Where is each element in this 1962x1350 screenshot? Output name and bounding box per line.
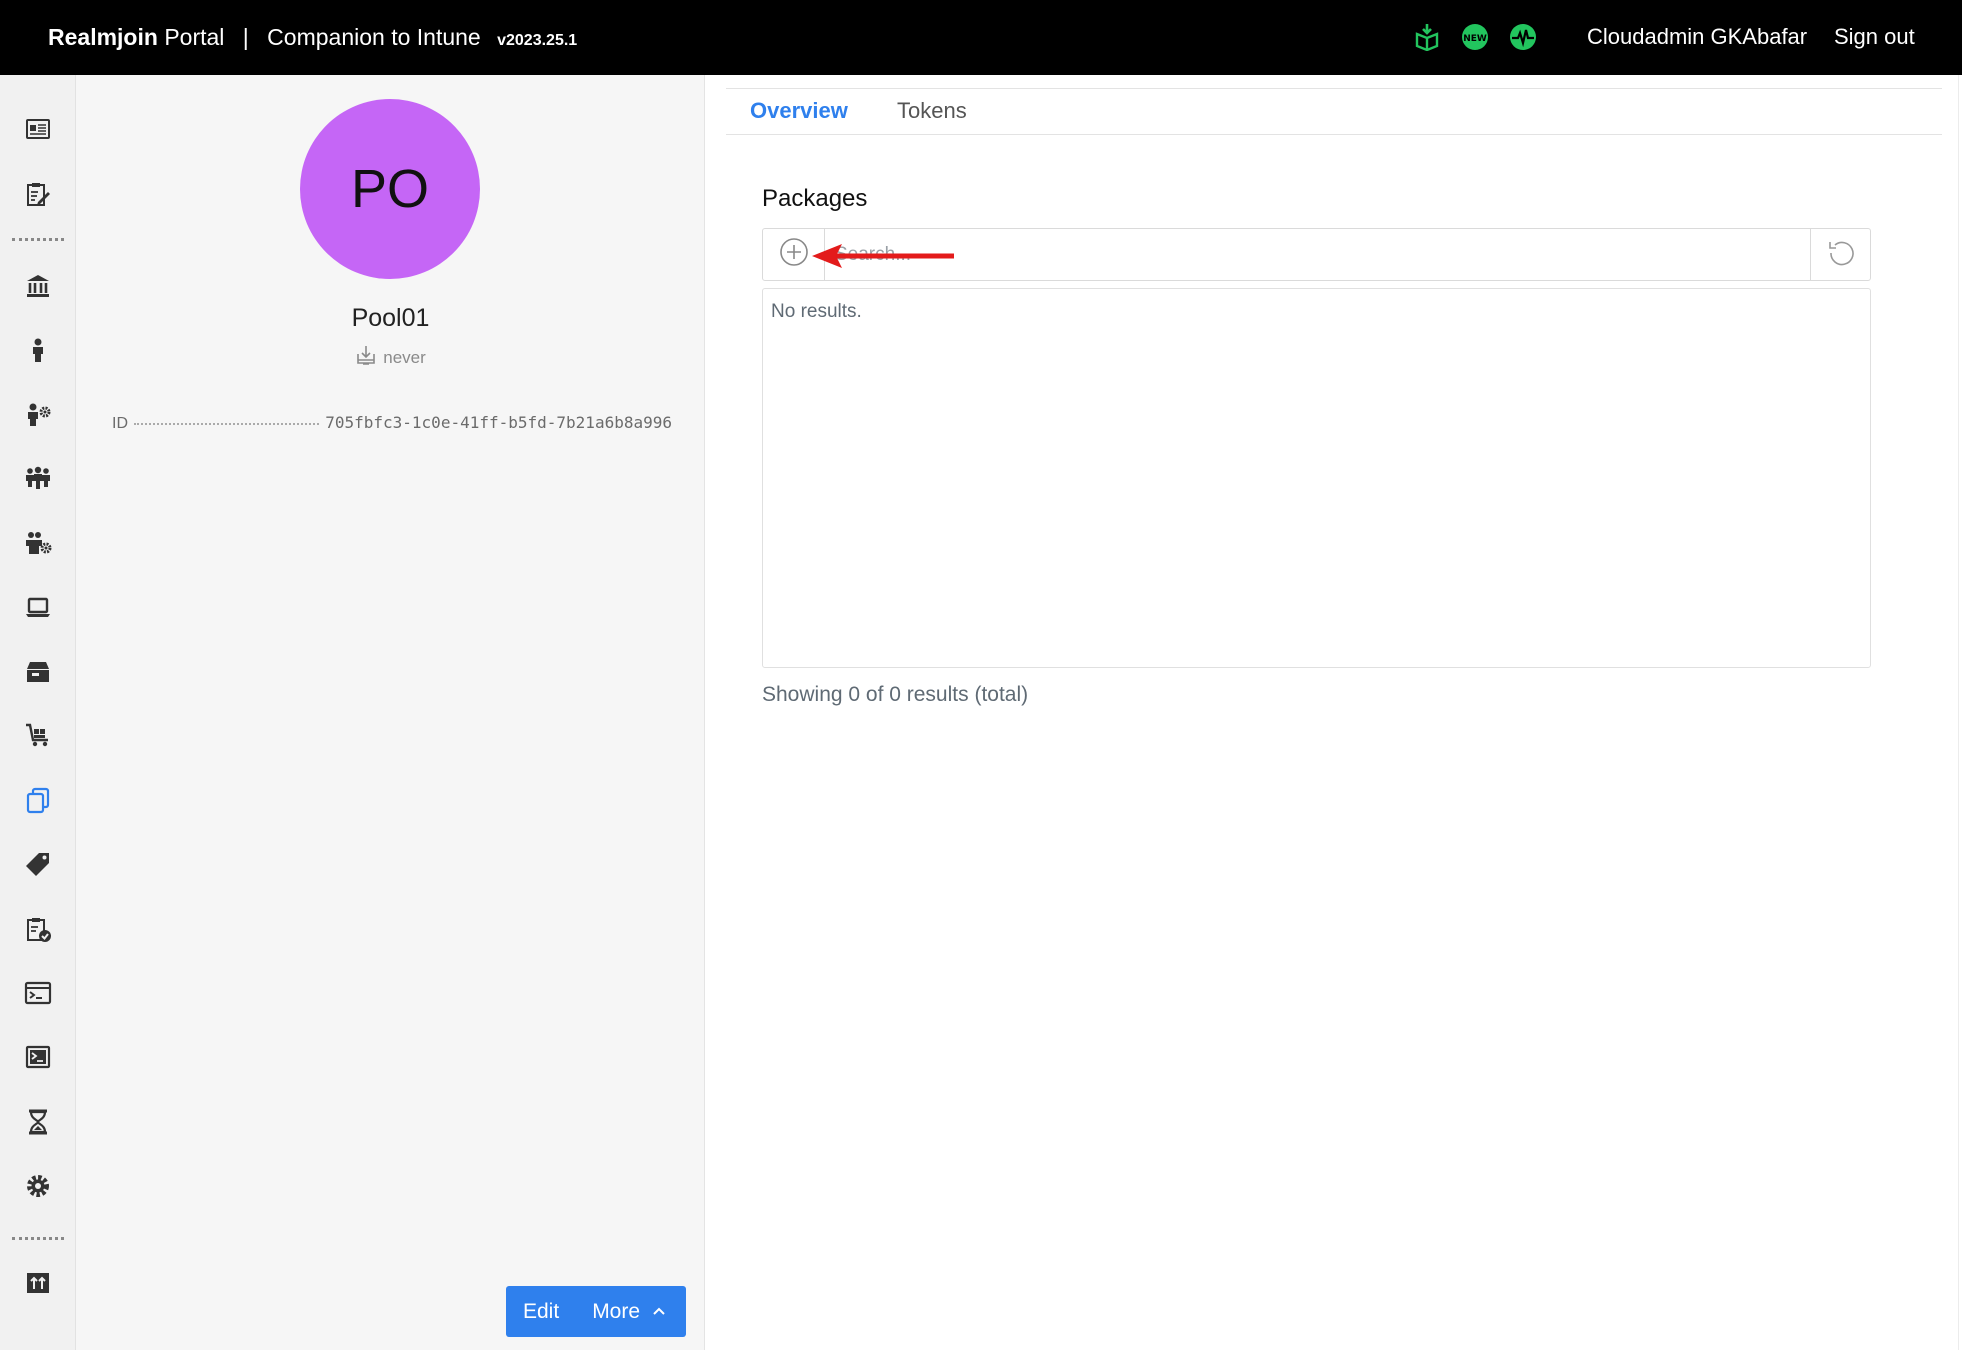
id-label: ID (112, 415, 128, 432)
users-settings-icon[interactable] (24, 529, 52, 557)
user-settings-icon[interactable] (24, 400, 52, 428)
cart-icon[interactable] (24, 721, 52, 749)
hourglass-icon[interactable] (24, 1108, 52, 1136)
console-icon[interactable] (24, 1043, 52, 1071)
gear-icon[interactable] (24, 1172, 52, 1200)
packages-search-bar (762, 228, 1871, 281)
id-card-icon[interactable] (24, 115, 52, 143)
tab-bar: Overview Tokens (726, 88, 1942, 135)
chevron-up-icon (652, 1300, 666, 1324)
sidebar-divider (12, 1237, 64, 1240)
sync-status-text: never (383, 347, 426, 367)
copy-icon[interactable] (24, 786, 52, 814)
bank-icon[interactable] (24, 272, 52, 300)
user-icon[interactable] (24, 336, 52, 364)
brand-portal: Portal (164, 24, 225, 50)
current-user[interactable]: Cloudadmin GKAbafar (1587, 24, 1807, 50)
id-leader-dots (134, 423, 320, 425)
upload-icon[interactable] (24, 1269, 52, 1297)
sign-out-link[interactable]: Sign out (1834, 24, 1915, 50)
new-badge-icon[interactable]: NEW (1461, 23, 1489, 51)
users-group-icon[interactable] (24, 464, 52, 492)
heartbeat-icon[interactable] (1509, 23, 1537, 51)
more-button[interactable]: More (576, 1300, 686, 1324)
tag-icon[interactable] (24, 850, 52, 878)
tab-tokens[interactable]: Tokens (897, 98, 967, 124)
profile-panel: PO Pool01 never ID 705fbfc3-1c0e-41ff-b5… (76, 75, 705, 1350)
package-icon[interactable] (1413, 23, 1441, 52)
sync-status: never (76, 344, 705, 371)
sidebar-divider (12, 238, 64, 241)
sidebar (0, 75, 76, 1350)
brand-subtitle: Companion to Intune (267, 24, 481, 50)
tab-overview[interactable]: Overview (750, 98, 848, 124)
edit-button[interactable]: Edit (506, 1300, 576, 1324)
no-results-message: No results. (771, 301, 862, 322)
refresh-button[interactable] (1810, 229, 1870, 280)
brand-name: Realmjoin (48, 24, 158, 50)
app-version: v2023.25.1 (497, 32, 578, 49)
avatar: PO (300, 99, 480, 279)
terminal-window-icon[interactable] (24, 979, 52, 1007)
download-tray-icon (355, 344, 377, 371)
packages-results-list: No results. (762, 288, 1871, 668)
package-box-icon[interactable] (24, 657, 52, 685)
pool-name: Pool01 (351, 304, 430, 332)
id-row: ID 705fbfc3-1c0e-41ff-b5fd-7b21a6b8a996 (112, 413, 672, 433)
clipboard-check-icon[interactable] (24, 915, 52, 943)
clipboard-edit-icon[interactable] (24, 180, 52, 208)
laptop-icon[interactable] (24, 593, 52, 621)
packages-title: Packages (762, 185, 868, 212)
add-package-button[interactable] (763, 229, 825, 280)
more-button-label: More (592, 1299, 641, 1323)
refresh-icon (1825, 236, 1857, 273)
plus-circle-icon (778, 236, 810, 273)
svg-text:NEW: NEW (1463, 34, 1487, 44)
scroll-edge (1958, 75, 1959, 1350)
search-input[interactable] (835, 239, 1735, 271)
action-button-group: Edit More (506, 1286, 687, 1337)
brand-separator: | (242, 24, 249, 50)
results-count: Showing 0 of 0 results (total) (762, 683, 1029, 706)
id-value: 705fbfc3-1c0e-41ff-b5fd-7b21a6b8a996 (325, 413, 672, 432)
app-brand[interactable]: Realmjoin Portal | Companion to Intune v… (48, 24, 577, 51)
top-header: Realmjoin Portal | Companion to Intune v… (0, 0, 1962, 75)
